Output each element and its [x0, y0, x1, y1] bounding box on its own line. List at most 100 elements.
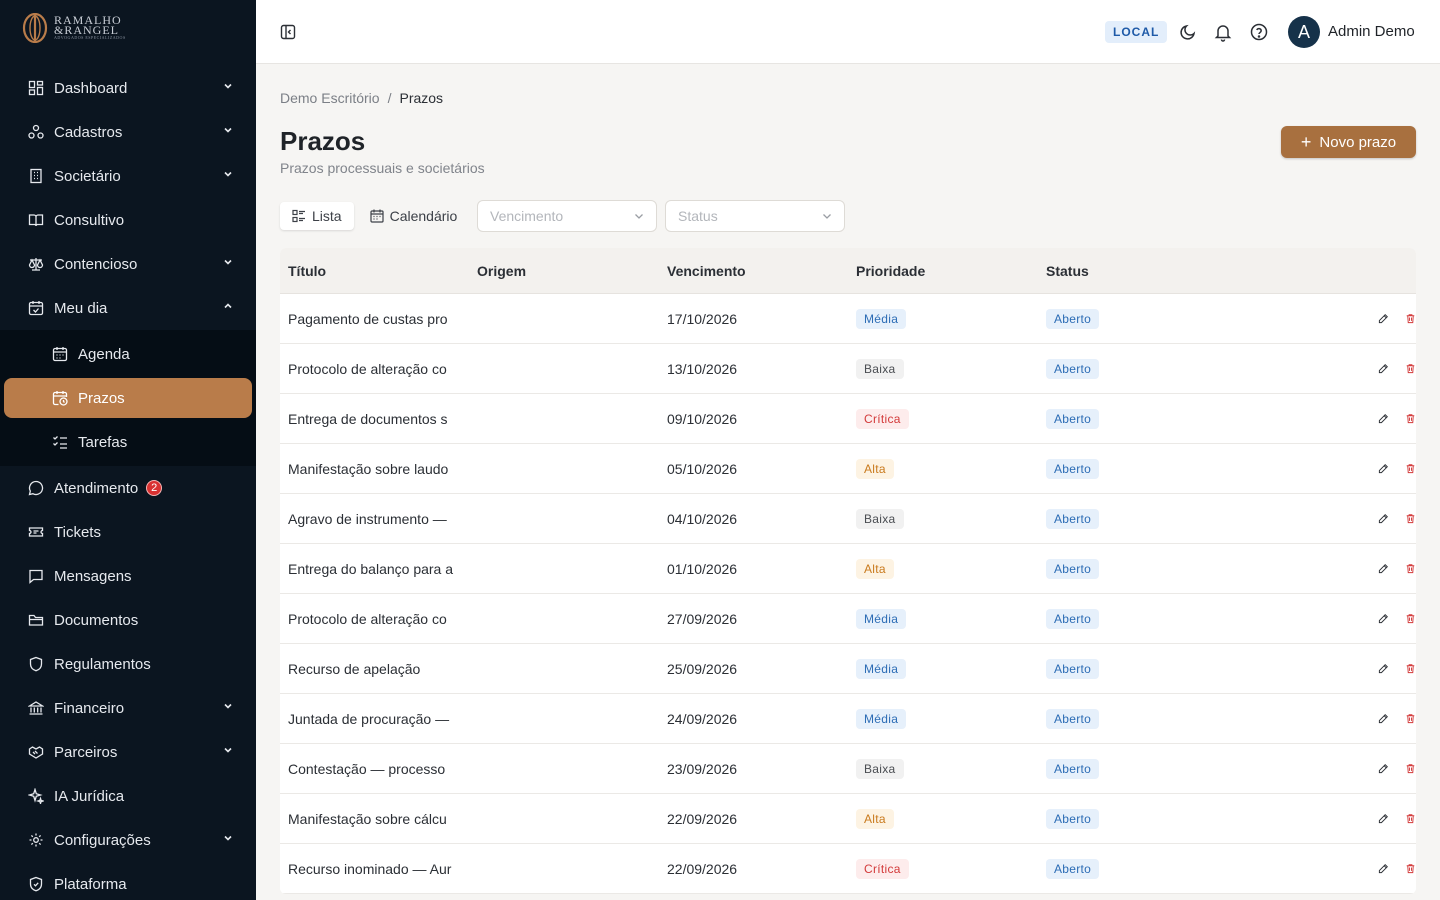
column-header-vencimento[interactable]: Vencimento — [659, 263, 848, 279]
brand-logo[interactable]: RAMALHO &RANGEL ADVOGADOS ESPECIALIZADOS — [0, 0, 256, 56]
column-header-titulo[interactable]: Título — [280, 263, 469, 279]
status-badge: Aberto — [1046, 658, 1100, 679]
sidebar-item-configuracoes[interactable]: Configurações — [0, 818, 256, 862]
table-row[interactable]: Pagamento de custas pro 17/10/2026 Média Ab… — [280, 294, 1416, 344]
table-row[interactable]: Manifestação sobre cálcu 22/09/2026 Alta Ab… — [280, 794, 1416, 844]
trash-icon[interactable] — [1405, 561, 1416, 577]
edit-icon[interactable] — [1378, 661, 1389, 677]
table-row[interactable]: Protocolo de alteração co 27/09/2026 Média… — [280, 594, 1416, 644]
trash-icon[interactable] — [1405, 661, 1416, 677]
sidebar-item-label: Tarefas — [78, 433, 128, 451]
cell-titulo: Recurso de apelação — [288, 660, 421, 677]
user-name[interactable]: Admin Demo — [1328, 23, 1415, 40]
table-row[interactable]: Recurso de apelação 25/09/2026 Média Aberto — [280, 644, 1416, 694]
status-badge: Aberto — [1046, 708, 1100, 729]
trash-icon[interactable] — [1405, 311, 1416, 327]
view-calendar-button[interactable]: Calendário — [358, 202, 470, 230]
column-header-origem[interactable]: Origem — [469, 263, 659, 279]
sidebar-item-societario[interactable]: Societário — [0, 154, 256, 198]
table-row[interactable]: Juntada de procuração — 24/09/2026 Média Ab… — [280, 694, 1416, 744]
priority-badge: Crítica — [856, 858, 909, 879]
trash-icon[interactable] — [1405, 411, 1416, 427]
table-row[interactable]: Recurso inominado — Aur 22/09/2026 Crítica… — [280, 844, 1416, 894]
status-badge: Aberto — [1046, 608, 1100, 629]
sidebar-item-mensagens[interactable]: Mensagens — [0, 554, 256, 598]
help-icon[interactable] — [1249, 22, 1269, 42]
cell-vencimento: 27/09/2026 — [667, 610, 738, 627]
column-header-prioridade[interactable]: Prioridade — [848, 263, 1038, 279]
trash-icon[interactable] — [1405, 761, 1416, 777]
dashboard-icon — [28, 80, 44, 96]
trash-icon[interactable] — [1405, 461, 1416, 477]
sidebar-item-plataforma[interactable]: Plataforma — [0, 862, 256, 900]
edit-icon[interactable] — [1378, 811, 1389, 827]
vencimento-filter[interactable]: Vencimento — [477, 200, 657, 232]
trash-icon[interactable] — [1405, 811, 1416, 827]
sidebar-item-documentos[interactable]: Documentos — [0, 598, 256, 642]
table-row[interactable]: Manifestação sobre laudo 05/10/2026 Alta Ab… — [280, 444, 1416, 494]
trash-icon[interactable] — [1405, 861, 1416, 877]
edit-icon[interactable] — [1378, 861, 1389, 877]
cell-status: Aberto — [1038, 608, 1228, 629]
column-header-status[interactable]: Status — [1038, 263, 1228, 279]
cell-titulo: Agravo de instrumento — — [288, 510, 447, 527]
sidebar-item-dashboard[interactable]: Dashboard — [0, 66, 256, 110]
cell-status: Aberto — [1038, 408, 1228, 429]
sidebar-item-atendimento[interactable]: Atendimento 2 — [0, 466, 256, 510]
bell-icon[interactable] — [1213, 22, 1233, 42]
cell-status: Aberto — [1038, 808, 1228, 829]
edit-icon[interactable] — [1378, 611, 1389, 627]
table-row[interactable]: Entrega do balanço para a 01/10/2026 Alta A… — [280, 544, 1416, 594]
sidebar-item-meu-dia[interactable]: Meu dia — [0, 286, 256, 330]
sidebar-item-regulamentos[interactable]: Regulamentos — [0, 642, 256, 686]
status-badge: Aberto — [1046, 758, 1100, 779]
cell-actions — [1228, 661, 1416, 677]
breadcrumb-separator: / — [387, 90, 392, 106]
edit-icon[interactable] — [1378, 311, 1389, 327]
edit-icon[interactable] — [1378, 411, 1389, 427]
trash-icon[interactable] — [1405, 611, 1416, 627]
sidebar-item-tarefas[interactable]: Tarefas — [0, 420, 256, 464]
chevron-down-icon — [224, 127, 232, 133]
brand-line3: ADVOGADOS ESPECIALIZADOS — [54, 35, 126, 40]
edit-icon[interactable] — [1378, 561, 1389, 577]
status-filter[interactable]: Status — [665, 200, 845, 232]
table-row[interactable]: Agravo de instrumento — 04/10/2026 Baixa Ab… — [280, 494, 1416, 544]
view-list-button[interactable]: Lista — [280, 202, 354, 230]
trash-icon[interactable] — [1405, 511, 1416, 527]
new-prazo-button[interactable]: + Novo prazo — [1281, 126, 1416, 158]
cell-titulo: Juntada de procuração — — [288, 710, 450, 727]
cell-prioridade: Baixa — [848, 358, 1038, 379]
edit-icon[interactable] — [1378, 361, 1389, 377]
edit-icon[interactable] — [1378, 511, 1389, 527]
chevron-down-icon — [823, 214, 831, 219]
table-row[interactable]: Contestação — processo 23/09/2026 Baixa Abe… — [280, 744, 1416, 794]
edit-icon[interactable] — [1378, 711, 1389, 727]
breadcrumb-root[interactable]: Demo Escritório — [280, 90, 380, 106]
sidebar-item-tickets[interactable]: Tickets — [0, 510, 256, 554]
table-row[interactable]: Protocolo de alteração co 13/10/2026 Baixa… — [280, 344, 1416, 394]
sidebar-item-parceiros[interactable]: Parceiros — [0, 730, 256, 774]
table-row[interactable]: Entrega de documentos s 09/10/2026 Crítica… — [280, 394, 1416, 444]
trash-icon[interactable] — [1405, 711, 1416, 727]
trash-icon[interactable] — [1405, 361, 1416, 377]
status-badge: Aberto — [1046, 508, 1100, 529]
sidebar-item-label: Configurações — [54, 831, 151, 849]
sidebar-item-contencioso[interactable]: Contencioso — [0, 242, 256, 286]
edit-icon[interactable] — [1378, 461, 1389, 477]
sidebar-item-financeiro[interactable]: Financeiro — [0, 686, 256, 730]
edit-icon[interactable] — [1378, 761, 1389, 777]
cell-status: Aberto — [1038, 508, 1228, 529]
priority-badge: Média — [856, 708, 907, 729]
sidebar-item-consultivo[interactable]: Consultivo — [0, 198, 256, 242]
moon-icon[interactable] — [1178, 22, 1198, 42]
sidebar-item-cadastros[interactable]: Cadastros — [0, 110, 256, 154]
priority-badge: Média — [856, 658, 907, 679]
sidebar-item-prazos[interactable]: Prazos — [4, 378, 252, 418]
sidebar-nav: Dashboard Cadastros Societário Consultiv… — [0, 66, 256, 900]
sidebar-toggle-icon[interactable] — [280, 24, 296, 40]
avatar[interactable]: A — [1288, 16, 1320, 48]
sidebar-item-ia-juridica[interactable]: IA Jurídica — [0, 774, 256, 818]
vencimento-placeholder: Vencimento — [490, 208, 564, 224]
sidebar-item-agenda[interactable]: Agenda — [0, 332, 256, 376]
